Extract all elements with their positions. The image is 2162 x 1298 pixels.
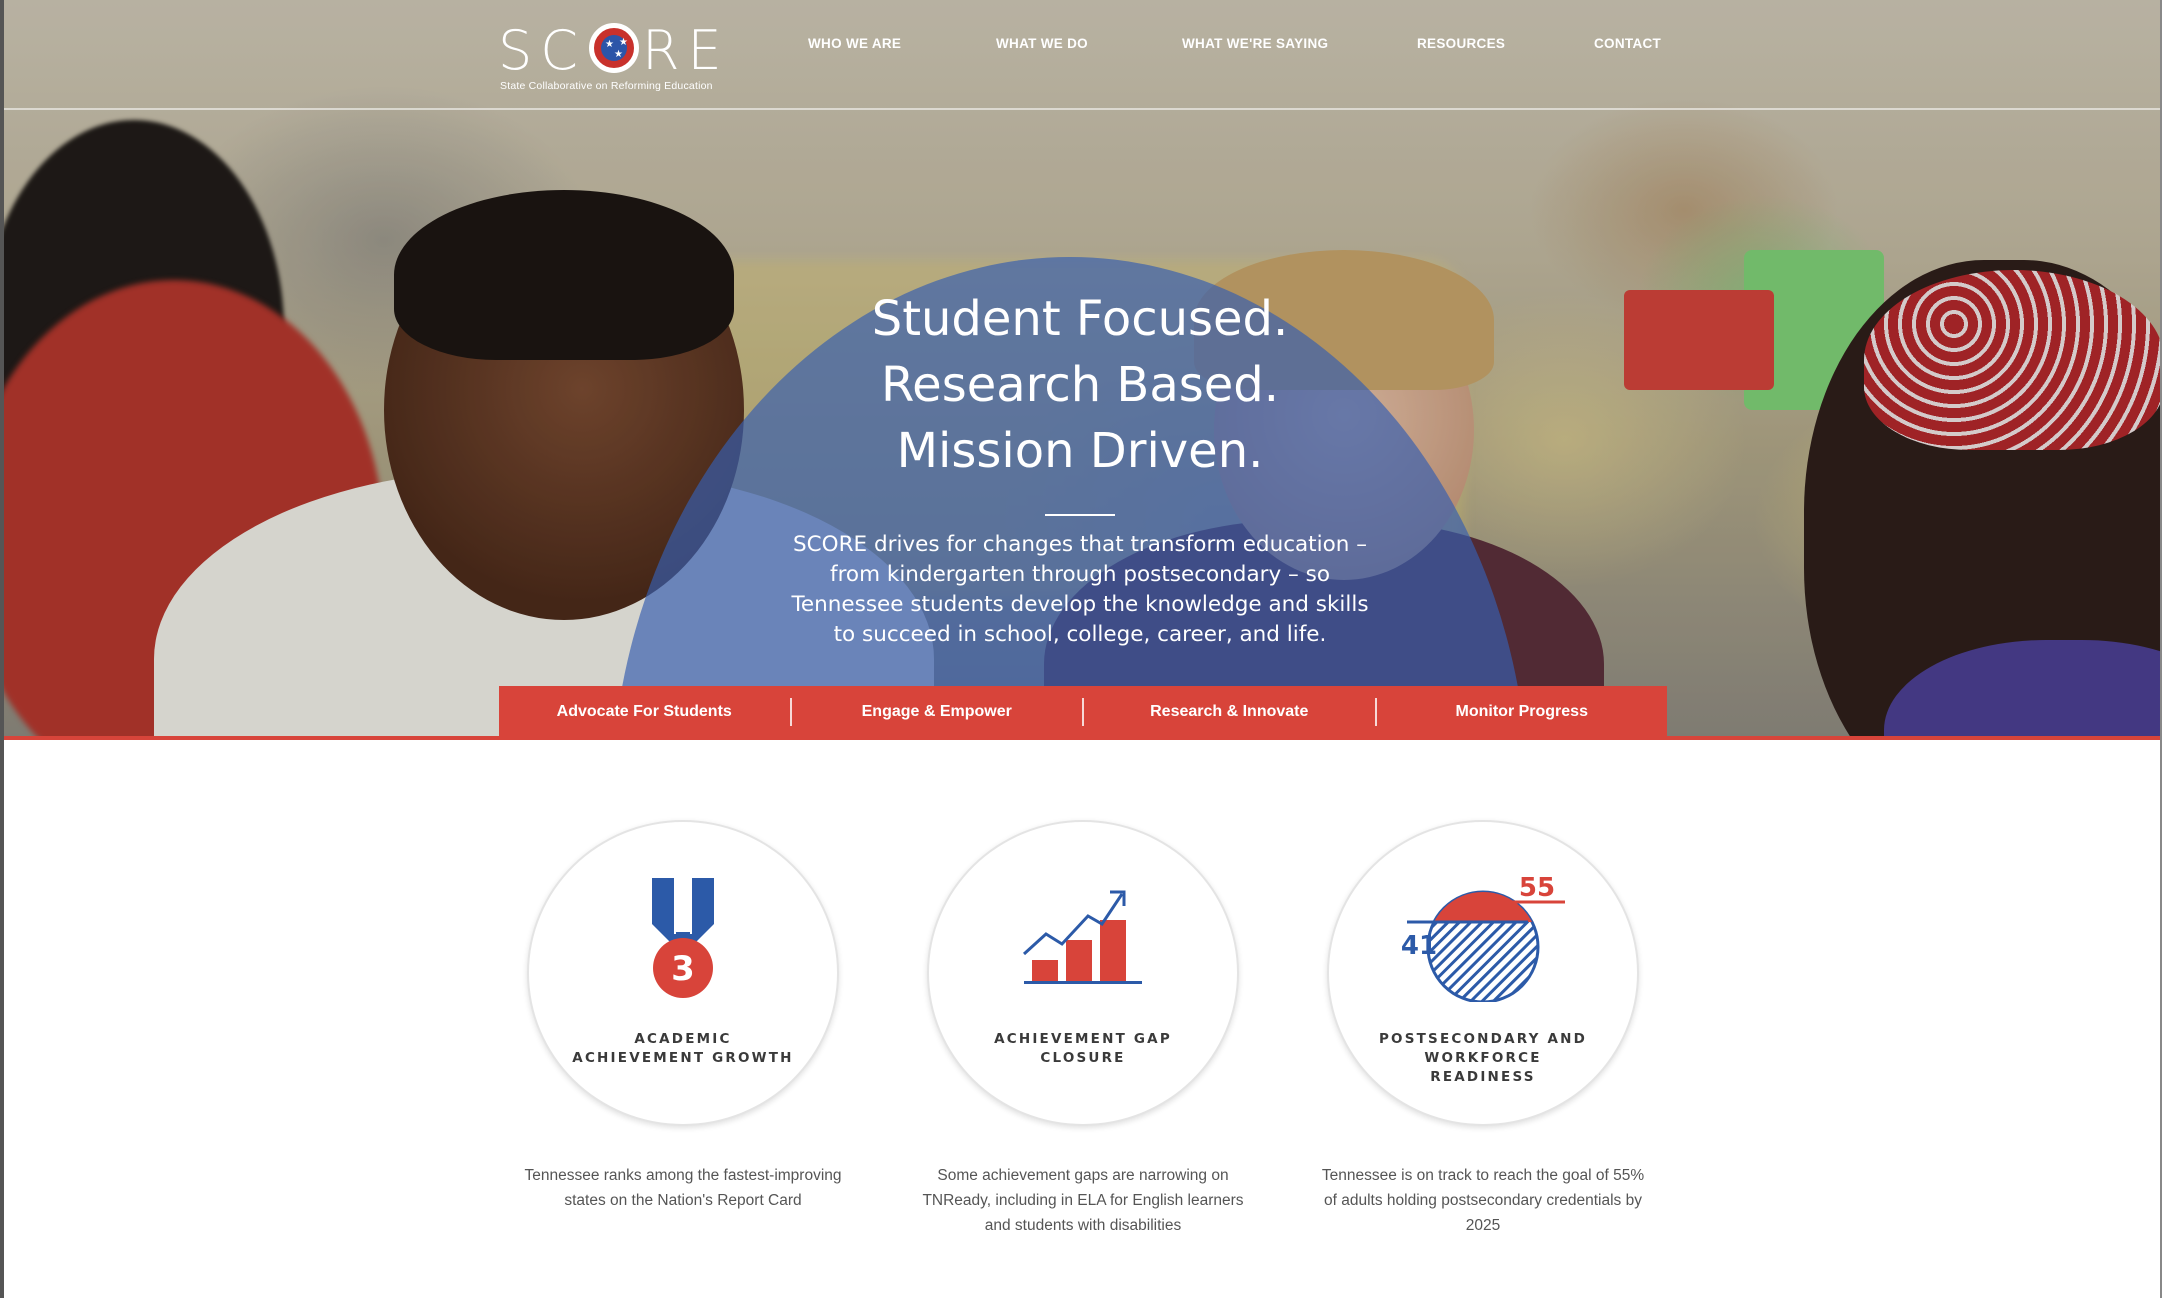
feature-circle[interactable]: 3 ACADEMIC ACHIEVEMENT GROWTH — [527, 820, 839, 1126]
score-logo[interactable]: SC ★ ★ ★ RE State Collaborative on Reforming… — [498, 22, 728, 93]
main-nav: WHO WE ARE WHAT WE DO WHAT WE'RE SAYING … — [4, 36, 2160, 56]
hero-headline-line-2: Research Based. — [880, 357, 1280, 413]
feature-title: ACADEMIC ACHIEVEMENT GROWTH — [572, 1031, 794, 1066]
nav-who-we-are[interactable]: WHO WE ARE — [808, 36, 901, 51]
goal-value: 55 — [1519, 873, 1555, 903]
tab-research-and-innovate[interactable]: Research & Innovate — [1084, 686, 1375, 738]
hero-text-block: Student Focused. Research Based. Mission… — [700, 286, 1460, 650]
feature-title: ACHIEVEMENT GAP CLOSURE — [994, 1031, 1172, 1066]
feature-circle[interactable]: 55 41 POSTSECONDARY AND WORKFORCE READIN… — [1327, 820, 1639, 1126]
site-header: SC ★ ★ ★ RE State Collaborative on Reforming… — [4, 0, 2160, 110]
medal-number: 3 — [671, 949, 695, 989]
hero-intro: SCORE drives for changes that transform … — [791, 532, 1369, 647]
feature-description: Some achievement gaps are narrowing on T… — [922, 1167, 1244, 1234]
tab-engage-and-empower[interactable]: Engage & Empower — [792, 686, 1083, 738]
feature-description: Tennessee is on track to reach the goal … — [1321, 1167, 1645, 1234]
nav-what-were-saying[interactable]: WHAT WE'RE SAYING — [1182, 36, 1328, 51]
growth-chart-icon — [1022, 890, 1142, 984]
nav-resources[interactable]: RESOURCES — [1417, 36, 1505, 51]
feature-circle[interactable]: ACHIEVEMENT GAP CLOSURE — [927, 820, 1239, 1126]
current-value: 41 — [1401, 931, 1437, 961]
nav-what-we-do[interactable]: WHAT WE DO — [996, 36, 1088, 51]
medal-icon: 3 — [652, 878, 714, 998]
feature-title: POSTSECONDARY AND WORKFORCE READINESS — [1378, 1031, 1588, 1085]
tab-monitor-progress[interactable]: Monitor Progress — [1377, 686, 1668, 738]
hero-divider — [1045, 514, 1115, 516]
feature-description: Tennessee ranks among the fastest-improv… — [524, 1167, 842, 1209]
nav-contact[interactable]: CONTACT — [1594, 36, 1661, 51]
feature-academic-achievement[interactable]: 3 ACADEMIC ACHIEVEMENT GROWTH Tennessee … — [524, 820, 842, 1209]
goal-circle-icon: 55 41 — [1401, 873, 1565, 1002]
focus-tab-bar: Advocate For Students Engage & Empower R… — [499, 686, 1667, 738]
feature-postsecondary-readiness[interactable]: 55 41 POSTSECONDARY AND WORKFORCE READIN… — [1322, 820, 1644, 1234]
hero-headline-line-1: Student Focused. — [871, 291, 1289, 347]
logo-tagline: State Collaborative on Reforming Educati… — [500, 80, 713, 92]
tab-advocate-for-students[interactable]: Advocate For Students — [499, 686, 790, 738]
hero-headline-line-3: Mission Driven. — [896, 423, 1264, 479]
feature-achievement-gap[interactable]: ACHIEVEMENT GAP CLOSURE Some achievement… — [922, 820, 1244, 1234]
